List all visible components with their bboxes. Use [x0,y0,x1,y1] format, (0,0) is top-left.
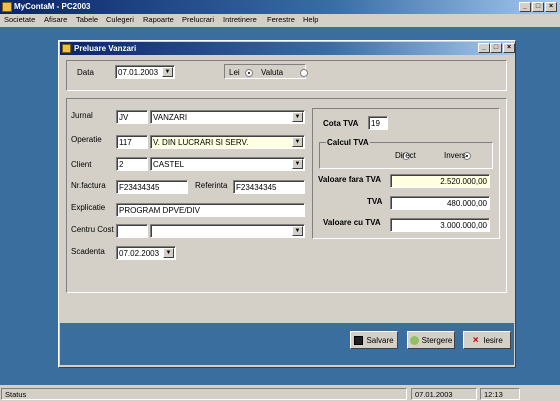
save-icon [354,335,364,345]
jurnal-name-value: VANZARI [153,113,188,122]
menu-bar: Societate Afisare Tabele Culegeri Rapoar… [0,14,560,26]
salvare-label: Salvare [366,335,394,345]
app-title-bar: MyContaM - PC2003 _ □ × [0,0,560,14]
menu-rapoarte[interactable]: Rapoarte [143,15,174,24]
client-code-field[interactable]: 2 [116,157,148,171]
chevron-down-icon[interactable]: ▼ [292,226,303,236]
iesire-button[interactable]: × Iesire [463,331,511,349]
menu-afisare[interactable]: Afisare [44,15,67,24]
operatie-label: Operatie [71,135,102,144]
data-field[interactable]: 07.01.2003 ▼ [115,65,175,79]
scadenta-value: 07.02.2003 [119,249,160,258]
tva-label: TVA [367,197,383,206]
status-date: 07.01.2003 [411,388,477,400]
val-fara-tva-label: Valoare fara TVA [318,175,381,184]
chevron-down-icon[interactable]: ▼ [162,67,173,77]
close-icon: × [472,334,479,346]
tva-field[interactable]: 480.000,00 [390,196,490,210]
calcul-tva-label: Calcul TVA [326,138,370,147]
scadenta-label: Scadenta [71,247,105,256]
dialog-title-bar: Preluare Vanzari _ □ × [60,42,515,55]
menu-ferestre[interactable]: Ferestre [267,15,295,24]
client-name-value: CASTEL [153,160,185,169]
centrucost-label: Centru Cost [71,225,114,234]
menu-prelucrari[interactable]: Prelucrari [182,15,214,24]
status-bar: Status 07.01.2003 12:13 [0,386,560,401]
invers-label: Invers [444,151,466,160]
explicatie-label: Explicatie [71,203,106,212]
client-label: Client [71,160,92,169]
referinta-field[interactable]: F23434345 [233,180,305,194]
valuta-label: Valuta [261,68,284,77]
centrucost-name-field[interactable]: ▼ [150,224,305,238]
menu-help[interactable]: Help [303,15,318,24]
menu-culegeri[interactable]: Culegeri [106,15,134,24]
centrucost-code-field[interactable] [116,224,148,238]
stergere-label: Stergere [421,335,453,345]
status-label: Status [1,388,407,400]
menu-societate[interactable]: Societate [4,15,35,24]
dialog-title: Preluare Vanzari [74,44,137,53]
data-value: 07.01.2003 [118,68,159,77]
chevron-down-icon[interactable]: ▼ [292,137,303,147]
app-title: MyContaM - PC2003 [14,2,91,11]
cota-tva-field[interactable]: 19 [368,116,388,130]
menu-tabele[interactable]: Tabele [76,15,98,24]
client-name-field[interactable]: CASTEL ▼ [150,157,305,171]
nrfactura-field[interactable]: F23434345 [116,180,188,194]
lei-label: Lei [229,68,240,77]
jurnal-label: Jurnal [71,111,93,120]
stergere-button[interactable]: Stergere [407,331,455,349]
referinta-label: Referinta [195,181,228,190]
button-bar: Salvare Stergere × Iesire [60,323,514,365]
preluare-vanzari-dialog: Preluare Vanzari _ □ × Data 07.01.2003 ▼… [58,40,516,368]
app-icon [2,2,12,12]
lei-radio[interactable] [245,68,253,77]
menu-intretinere[interactable]: Intretinere [223,15,257,24]
val-fara-tva-field[interactable]: 2.520.000,00 [390,174,490,188]
val-cu-tva-field[interactable]: 3.000.000,00 [390,218,490,232]
status-time: 12:13 [480,388,520,400]
nrfactura-label: Nr.factura [71,181,106,190]
jurnal-code-field[interactable]: JV [116,110,148,124]
app-maximize-button[interactable]: □ [532,2,544,12]
operatie-code-field[interactable]: 117 [116,135,148,149]
app-close-button[interactable]: × [545,2,557,12]
erase-icon [409,335,419,345]
app-minimize-button[interactable]: _ [519,2,531,12]
direct-label: Direct [395,151,416,160]
operatie-name-field[interactable]: V. DIN LUCRARI SI SERV. ▼ [150,135,305,149]
iesire-label: Iesire [483,335,503,345]
operatie-name-value: V. DIN LUCRARI SI SERV. [153,138,249,147]
dialog-maximize-button[interactable]: □ [490,43,502,53]
dialog-icon [62,44,71,53]
chevron-down-icon[interactable]: ▼ [292,159,303,169]
scadenta-field[interactable]: 07.02.2003 ▼ [116,246,176,260]
salvare-button[interactable]: Salvare [350,331,398,349]
cota-tva-label: Cota TVA [323,119,359,128]
dialog-close-button[interactable]: × [503,43,515,53]
explicatie-field[interactable]: PROGRAM DPVE/DIV [116,203,305,217]
data-label: Data [77,68,94,77]
chevron-down-icon[interactable]: ▼ [163,248,174,258]
val-cu-tva-label: Valoare cu TVA [323,218,381,227]
dialog-minimize-button[interactable]: _ [478,43,490,53]
jurnal-name-field[interactable]: VANZARI ▼ [150,110,305,124]
chevron-down-icon[interactable]: ▼ [292,112,303,122]
